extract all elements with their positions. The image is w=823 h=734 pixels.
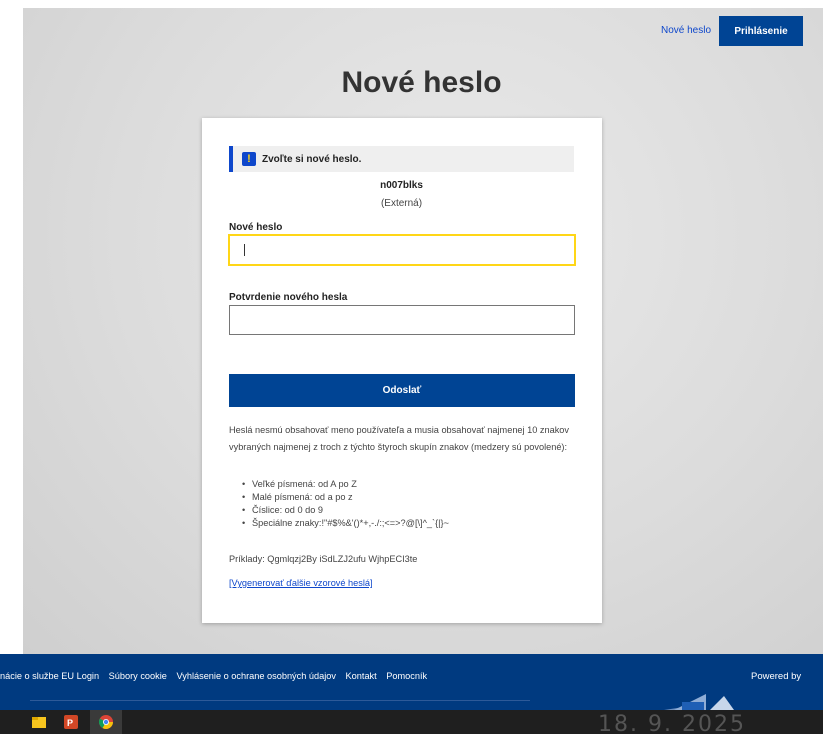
exclamation-icon: ! [242,152,256,166]
svg-text:P: P [67,718,73,728]
password-form-card: ! Zvoľte si nové heslo. n007blks (Extern… [202,118,602,623]
rule-item: Malé písmená: od a po z [242,491,572,504]
login-button[interactable]: Prihlásenie [719,16,803,46]
new-password-input[interactable] [229,235,575,265]
password-rules-list: Veľké písmená: od A po Z Malé písmená: o… [242,478,572,530]
footer-link-cookies[interactable]: Súbory cookie [109,671,167,681]
confirm-password-label: Potvrdenie nového hesla [229,292,348,303]
powered-by-text: Powered by [751,671,802,682]
new-password-link[interactable]: Nové heslo [661,25,711,36]
powerpoint-icon[interactable]: P [64,715,78,729]
rule-item: Špeciálne znaky:!"#$%&'()*+,-./:;<=>?@[\… [242,517,572,530]
user-type: (Externá) [380,198,423,209]
username: n007blks [380,180,423,191]
footer-link-contact[interactable]: Kontakt [346,671,377,681]
notice-text: Zvoľte si nové heslo. [262,153,362,165]
footer: nácie o službe EU Login Súbory cookie Vy… [0,654,823,710]
rule-item: Číslice: od 0 do 9 [242,504,572,517]
footer-divider [30,700,530,701]
file-explorer-icon[interactable] [32,715,46,729]
footer-link-help[interactable]: Pomocník [386,671,427,681]
footer-link-about[interactable]: nácie o službe EU Login [0,671,99,681]
footer-links: nácie o službe EU Login Súbory cookie Vy… [0,671,434,681]
page-title: Nové heslo [341,66,502,99]
european-commission-logo-icon [664,694,792,710]
chrome-icon[interactable] [99,715,113,729]
date-overlay: 18. 9. 2025 [598,712,746,734]
footer-link-privacy[interactable]: Vyhlásenie o ochrane osobných údajov [176,671,336,681]
confirm-password-input[interactable] [229,305,575,335]
info-notice: ! Zvoľte si nové heslo. [229,146,574,172]
text-caret [244,244,245,256]
new-password-label: Nové heslo [229,222,283,233]
password-examples: Príklady: Qgmlqzj2By iSdLZJ2ufu WjhpECI3… [229,554,418,564]
rule-item: Veľké písmená: od A po Z [242,478,572,491]
submit-button[interactable]: Odoslať [229,374,575,407]
generate-passwords-link[interactable]: [Vygenerovať ďalšie vzorové heslá] [229,578,373,588]
password-rules-intro: Heslá nesmú obsahovať meno používateľa a… [229,425,570,452]
